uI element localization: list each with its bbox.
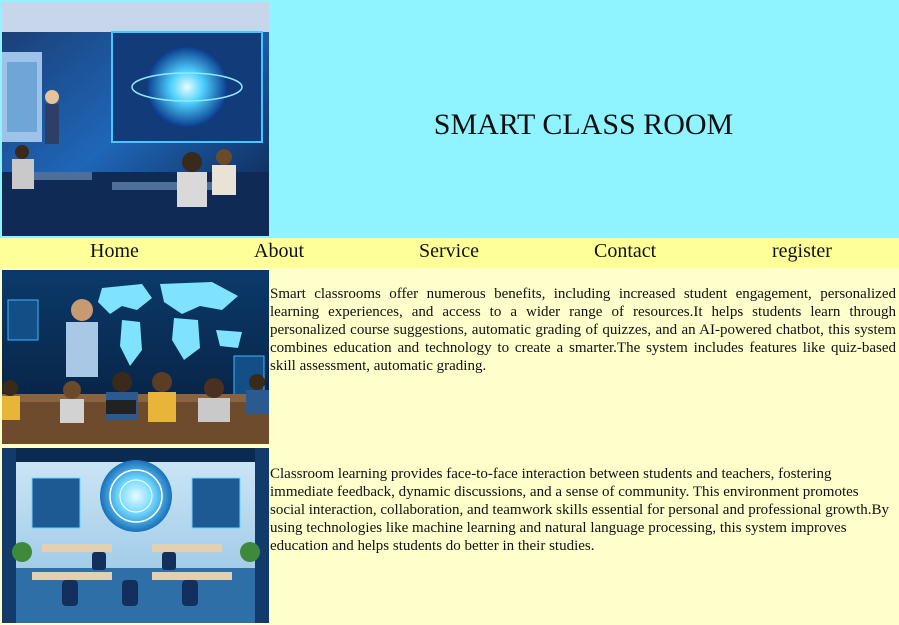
content-section-2: Classroom learning provides face-to-face…: [0, 446, 899, 625]
header: SMART CLASS ROOM: [0, 0, 899, 238]
nav-home-link[interactable]: Home: [90, 240, 139, 263]
nav-register-link[interactable]: register: [772, 240, 832, 263]
page: SMART CLASS ROOM Home About Service Cont…: [0, 0, 899, 625]
content-section-1: Smart classrooms offer numerous benefits…: [0, 268, 899, 446]
nav-contact-link[interactable]: Contact: [594, 240, 656, 263]
hero-classroom-image: [2, 2, 269, 236]
page-title: SMART CLASS ROOM: [433, 108, 734, 141]
section-2-text: Classroom learning provides face-to-face…: [270, 466, 890, 554]
section-1-text: Smart classrooms offer numerous benefits…: [270, 286, 896, 374]
nav-bar: Home About Service Contact register: [0, 238, 899, 268]
nav-about-link[interactable]: About: [254, 240, 304, 263]
nav-service-link[interactable]: Service: [419, 240, 479, 263]
futuristic-classroom-image: [2, 448, 269, 623]
world-map-classroom-image: [2, 270, 269, 444]
